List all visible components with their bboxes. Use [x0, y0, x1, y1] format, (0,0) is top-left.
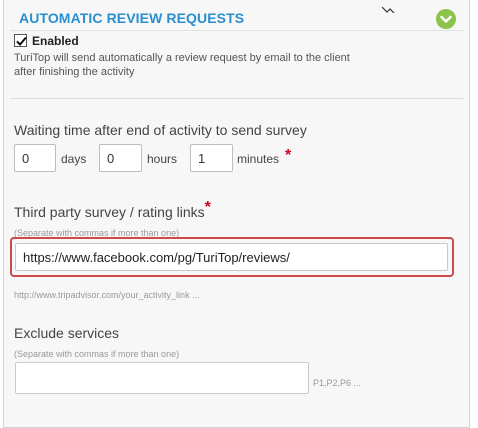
mouse-cursor-icon — [381, 0, 395, 18]
minutes-input[interactable] — [190, 144, 233, 172]
enabled-label: Enabled — [32, 34, 79, 48]
days-input[interactable] — [14, 144, 56, 172]
header-divider — [10, 30, 463, 31]
exclude-services-input[interactable] — [15, 362, 309, 394]
section-divider — [10, 98, 463, 99]
survey-links-input[interactable] — [15, 243, 448, 271]
chevron-down-icon[interactable] — [436, 9, 456, 29]
exclude-services-label: Exclude services — [14, 325, 120, 341]
survey-links-label: Third party survey / rating links* — [14, 199, 211, 220]
section-title: AUTOMATIC REVIEW REQUESTS — [19, 10, 245, 26]
survey-links-example: http://www.tripadvisor.com/your_activity… — [14, 290, 200, 300]
hours-input[interactable] — [99, 144, 142, 172]
minutes-unit: minutes — [237, 152, 280, 166]
review-requests-panel: AUTOMATIC REVIEW REQUESTS Enabled TuriTo… — [3, 0, 470, 428]
waiting-time-label: Waiting time after end of activity to se… — [14, 122, 307, 138]
enabled-checkbox[interactable] — [14, 34, 27, 47]
exclude-services-hint: (Separate with commas if more than one) — [14, 349, 180, 359]
enabled-description: TuriTop will send automatically a review… — [14, 52, 350, 78]
exclude-services-example: P1,P2,P6 ... — [313, 378, 362, 388]
hours-unit: hours — [147, 152, 178, 166]
days-unit: days — [61, 152, 87, 166]
required-mark: * — [204, 199, 211, 216]
required-mark: * — [285, 147, 292, 164]
